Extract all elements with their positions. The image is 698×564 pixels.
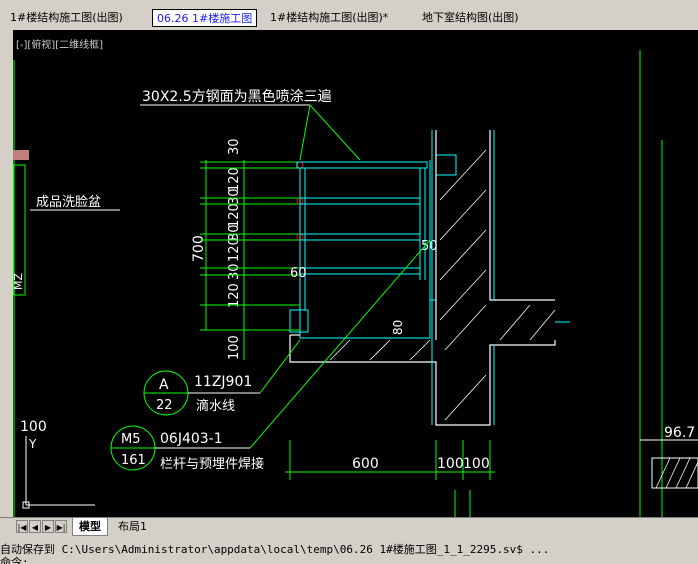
ref-m5-letter: M5 <box>121 432 141 447</box>
tab-layout1[interactable]: 布局1 <box>112 518 153 535</box>
elev-right: 96.7 <box>664 425 695 441</box>
dim-30b: 30 <box>227 188 242 205</box>
dim-120b: 120 <box>227 203 242 228</box>
left-red-block <box>13 150 29 160</box>
ref-m5-num: 161 <box>121 453 146 468</box>
doc-tab-2[interactable]: 06.26 1#楼施工图 <box>152 9 258 27</box>
ref-a-num: 22 <box>156 398 173 413</box>
command-history-line: 自动保存到 C:\Users\Administrator\appdata\loc… <box>0 543 550 556</box>
dim-100-vertical: 100 <box>227 335 242 360</box>
dim-30d: 30 <box>227 263 242 280</box>
dim-60: 60 <box>290 266 307 281</box>
left-label: 成品洗脸盆 <box>36 195 101 210</box>
ref-a-leader-2 <box>259 339 301 394</box>
dim-ticks <box>200 161 300 331</box>
command-line[interactable]: 自动保存到 C:\Users\Administrator\appdata\loc… <box>0 539 698 564</box>
coord-y-label: 100 <box>20 419 47 435</box>
tab-model[interactable]: 模型 <box>72 518 108 536</box>
drawing-canvas[interactable]: 成品洗脸盆 MZ 30X2.5方钢面为黑色喷涂三遍 700 30 120 30 … <box>13 30 698 518</box>
dim-30a: 30 <box>227 138 242 155</box>
ref-a-code: 11ZJ901 <box>194 374 252 390</box>
cad-drawing: 成品洗脸盆 MZ 30X2.5方钢面为黑色喷涂三遍 700 30 120 30 … <box>13 50 698 518</box>
wall-hatch <box>329 149 556 421</box>
prev-tab-icon[interactable]: ◀ <box>29 520 41 533</box>
ref-a-letter: A <box>159 377 169 393</box>
doc-tab-1[interactable]: 1#楼结构施工图(出图) <box>6 9 127 27</box>
left-ruler-strip <box>0 30 13 542</box>
ref-a-text: 滴水线 <box>196 398 235 414</box>
top-note-leader-2 <box>299 104 311 161</box>
dim-700: 700 <box>191 235 207 262</box>
slab-lines <box>431 130 570 425</box>
bottom-dim-lines <box>285 440 495 518</box>
dim-120c: 120 <box>227 237 242 262</box>
right-hatch-block <box>651 457 698 489</box>
top-note-leader-1 <box>309 104 361 161</box>
dim-120d: 120 <box>227 283 242 308</box>
next-tab-icon[interactable]: ▶ <box>42 520 54 533</box>
ref-m5-text: 栏杆与预埋件焊接 <box>160 456 264 472</box>
dim-100b: 100 <box>463 456 490 472</box>
document-tab-bar: 1#楼结构施工图(出图) 06.26 1#楼施工图 1#楼结构施工图(出图)* … <box>0 0 698 30</box>
ucs-y-label: Y <box>28 437 37 451</box>
dim-120a: 120 <box>227 167 242 192</box>
left-vertical-label: MZ <box>13 273 25 290</box>
doc-tab-3[interactable]: 1#楼结构施工图(出图)* <box>266 9 392 27</box>
dim-80: 80 <box>391 320 405 335</box>
first-tab-icon[interactable]: |◀ <box>16 520 28 533</box>
wall-outline <box>289 130 556 426</box>
top-note: 30X2.5方钢面为黑色喷涂三遍 <box>142 88 332 105</box>
viewport-controls[interactable]: [-][俯视][二维线框] <box>16 36 103 51</box>
dim-100a: 100 <box>437 456 464 472</box>
ref-m5-code: 06J403-1 <box>160 431 223 447</box>
layout-tab-bar: |◀ ◀ ▶ ▶| 模型 布局1 <box>0 517 698 536</box>
command-prompt[interactable]: 命令: <box>0 554 29 564</box>
last-tab-icon[interactable]: ▶| <box>55 520 67 533</box>
doc-tab-4[interactable]: 地下室结构图(出图) <box>418 9 523 27</box>
ref-m5-leader-2 <box>249 239 431 449</box>
red-marker-1 <box>296 161 304 169</box>
dim-600: 600 <box>352 456 379 472</box>
